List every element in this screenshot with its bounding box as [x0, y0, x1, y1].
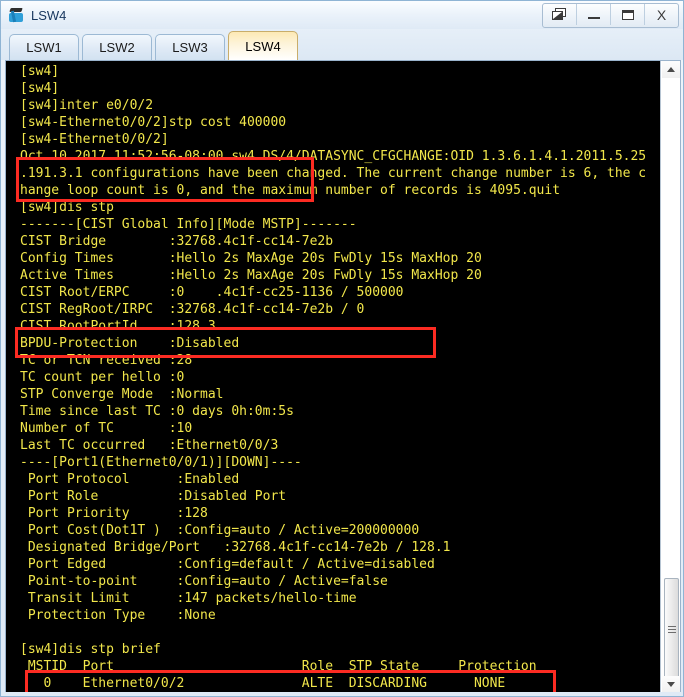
maximize-button[interactable] [610, 4, 644, 25]
tab-lsw2[interactable]: LSW2 [82, 34, 152, 60]
terminal-line: CIST RegRoot/IRPC :32768.4c1f-cc14-7e2b … [20, 302, 365, 317]
terminal-line: [sw4] [20, 64, 60, 79]
terminal-line: Port Role :Disabled Port [20, 489, 287, 504]
terminal-line: CIST RootPortId :128.3 [20, 319, 216, 334]
scroll-up-icon [667, 67, 675, 72]
terminal-line: STP Converge Mode :Normal [20, 387, 224, 402]
terminal-output: [sw4] [sw4] [sw4]inter e0/0/2 [sw4-Ethernet… [11, 63, 659, 693]
terminal-line: MSTID Port Role STP State Protection [20, 659, 537, 674]
restore-button[interactable] [543, 4, 576, 25]
minimize-icon [587, 17, 600, 19]
terminal-line: Port Protocol :Enabled [20, 472, 240, 487]
terminal-line: TC or TCN received :28 [20, 353, 193, 368]
terminal-line: hange loop count is 0, and the maximum n… [20, 183, 561, 198]
terminal-line: [sw4]dis stp brief [20, 642, 161, 657]
close-icon: X [656, 6, 667, 23]
terminal-line: Active Times :Hello 2s MaxAge 20s FwDly … [20, 268, 482, 283]
scrollbar-thumb[interactable] [664, 578, 679, 683]
terminal-line: CIST Root/ERPC :0 .4c1f-cc25-1136 / 5000… [20, 285, 404, 300]
terminal-line: Config Times :Hello 2s MaxAge 20s FwDly … [20, 251, 482, 266]
terminal-line: ----[Port1(Ethernet0/0/1)][DOWN]---- [20, 455, 302, 470]
terminal-line: BPDU-Protection :Disabled [20, 336, 240, 351]
terminal-line: Transit Limit :147 packets/hello-time [20, 591, 357, 606]
terminal-line: [sw4]dis stp [20, 200, 114, 215]
terminal-line: Designated Bridge/Port :32768.4c1f-cc14-… [20, 540, 451, 555]
tab-lsw4[interactable]: LSW4 [228, 31, 298, 60]
terminal-line: [sw4] [20, 81, 60, 96]
terminal-line: Protection Type :None [20, 608, 216, 623]
scroll-down-button[interactable] [662, 676, 680, 693]
terminal-line: CIST Bridge :32768.4c1f-cc14-7e2b [20, 234, 334, 249]
terminal-line: Port Edged :Config=default / Active=disa… [20, 557, 435, 572]
tab-list: LSW1 LSW2 LSW3 LSW4 [9, 31, 301, 60]
terminal-line: Point-to-point :Config=auto / Active=fal… [20, 574, 388, 589]
window-title: LSW4 [31, 7, 67, 23]
terminal-line: 0 Ethernet0/0/2 ALTE DISCARDING NONE [20, 676, 506, 691]
terminal-line: -------[CIST Global Info][Mode MSTP]----… [20, 217, 357, 232]
terminal-line: Last TC occurred :Ethernet0/0/3 [20, 438, 279, 453]
terminal-line: Port Priority :128 [20, 506, 208, 521]
terminal-viewport[interactable]: [sw4] [sw4] [sw4]inter e0/0/2 [sw4-Ethernet… [11, 61, 659, 693]
terminal-console[interactable]: [sw4] [sw4] [sw4]inter e0/0/2 [sw4-Ethernet… [5, 60, 681, 694]
terminal-line: Port Cost(Dot1T ) :Config=auto / Active=… [20, 523, 420, 538]
terminal-line: [sw4-Ethernet0/0/2] [20, 132, 169, 147]
maximize-icon [621, 9, 634, 20]
switch-icon [8, 6, 26, 24]
terminal-window: LSW4 X LSW1 LSW2 LSW3 LSW4 [sw4] [sw4] [… [0, 0, 684, 697]
tab-lsw1[interactable]: LSW1 [9, 34, 79, 60]
terminal-line: [sw4]inter e0/0/2 [20, 98, 154, 113]
scrollbar-track[interactable] [662, 78, 680, 683]
terminal-line: TC count per hello :0 [20, 370, 185, 385]
scrollbar-grip-icon [668, 626, 676, 634]
scroll-up-button[interactable] [662, 61, 680, 78]
terminal-scrollbar[interactable] [660, 61, 680, 693]
window-controls: X [542, 3, 679, 28]
close-button[interactable]: X [644, 4, 678, 25]
scroll-down-icon [667, 682, 675, 687]
terminal-line: Time since last TC :0 days 0h:0m:5s [20, 404, 294, 419]
terminal-line: Oct 10 2017 11:52:56-08:00 sw4 DS/4/DATA… [20, 149, 647, 164]
window-bottom-edge [1, 692, 683, 696]
terminal-line: [sw4-Ethernet0/0/2]stp cost 400000 [20, 115, 287, 130]
tab-strip: LSW1 LSW2 LSW3 LSW4 [1, 29, 683, 60]
terminal-line: Number of TC :10 [20, 421, 193, 436]
tab-lsw3[interactable]: LSW3 [155, 34, 225, 60]
terminal-line: .191.3.1 configurations have been change… [20, 166, 647, 181]
title-bar: LSW4 X [1, 1, 683, 29]
title-bar-left: LSW4 [8, 4, 66, 26]
restore-icon [552, 8, 567, 21]
minimize-button[interactable] [576, 4, 610, 25]
